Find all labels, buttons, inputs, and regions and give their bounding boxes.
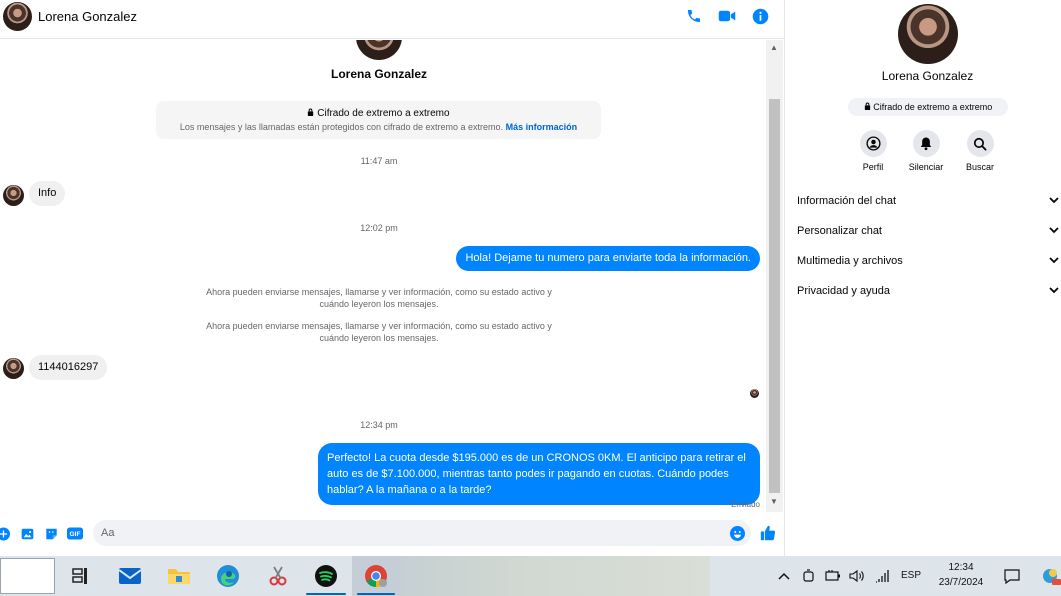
wifi-icon[interactable] (873, 564, 891, 588)
meet-now-icon[interactable] (801, 564, 817, 588)
encryption-text: Los mensajes y las llamadas están proteg… (179, 122, 504, 132)
messenger-window: Lorena Gonzalez Lorena Gonzalez Cifrado … (0, 0, 1061, 556)
image-icon[interactable] (21, 527, 34, 540)
search-action[interactable]: Buscar (955, 130, 1005, 172)
chevron-down-icon (1049, 225, 1059, 237)
sender-avatar[interactable] (3, 358, 24, 379)
spotify-icon[interactable] (314, 564, 338, 588)
lock-icon (864, 102, 874, 112)
file-explorer-icon[interactable] (167, 564, 191, 588)
system-notice: Ahora pueden enviarse mensajes, llamarse… (206, 287, 552, 309)
chevron-down-icon (1049, 255, 1059, 267)
gif-icon[interactable]: GIF (67, 527, 83, 540)
chevron-down-icon (1049, 195, 1059, 207)
outgoing-message[interactable]: Perfecto! La cuota desde $195.000 es de … (318, 443, 760, 505)
section-customize-chat[interactable]: Personalizar chat (797, 216, 1059, 246)
message-input[interactable] (93, 520, 751, 546)
conversation-contact-name: Lorena Gonzalez (330, 67, 428, 81)
timestamp: 12:34 pm (360, 420, 398, 430)
profile-action-label: Perfil (862, 162, 884, 172)
clock-date: 23/7/2024 (938, 577, 984, 588)
section-privacy-help[interactable]: Privacidad y ayuda (797, 276, 1059, 306)
clock-time: 12:34 (948, 562, 974, 573)
search-action-label: Buscar (965, 162, 994, 172)
section-chat-info[interactable]: Información del chat (797, 186, 1059, 216)
delivery-status: Enviado (731, 500, 760, 509)
input-language[interactable]: ESP (901, 570, 921, 581)
read-receipt-avatar (750, 389, 759, 398)
encryption-badge-label: Cifrado de extremo a extremo (873, 102, 993, 112)
active-indicator (357, 593, 395, 595)
widgets-icon[interactable] (1040, 564, 1061, 588)
encryption-title: Cifrado de extremo a extremo (317, 108, 450, 119)
contact-avatar-large (356, 40, 402, 60)
emoji-icon[interactable] (730, 526, 745, 541)
profile-name: Lorena Gonzalez (881, 69, 974, 83)
taskbar-search-box[interactable] (0, 558, 55, 594)
video-call-icon[interactable] (717, 6, 737, 26)
scroll-down-icon[interactable]: ▼ (770, 497, 778, 506)
message-list[interactable]: Lorena Gonzalez Cifrado de extremo a ext… (0, 40, 766, 512)
like-icon[interactable] (760, 525, 776, 541)
encryption-notice: Cifrado de extremo a extremo Los mensaje… (156, 101, 601, 139)
contact-name[interactable]: Lorena Gonzalez (38, 9, 137, 24)
bell-icon (912, 130, 940, 157)
windows-taskbar: ESP 12:34 23/7/2024 (0, 556, 1061, 596)
phone-icon[interactable] (684, 6, 704, 26)
info-icon[interactable] (750, 6, 770, 26)
mute-action[interactable]: Silenciar (901, 130, 951, 172)
mail-icon[interactable] (118, 564, 142, 588)
battery-plug-icon[interactable] (824, 564, 842, 588)
section-media-files[interactable]: Multimedia y archivos (797, 246, 1059, 276)
system-notice: Ahora pueden enviarse mensajes, llamarse… (206, 321, 552, 343)
scroll-up-icon[interactable]: ▲ (770, 43, 778, 52)
plus-icon[interactable] (0, 527, 10, 540)
composer: GIF (0, 517, 784, 549)
profile-avatar[interactable] (898, 4, 958, 64)
sender-avatar[interactable] (3, 185, 24, 206)
encryption-badge[interactable]: Cifrado de extremo a extremo (848, 98, 1008, 116)
contact-avatar[interactable] (3, 2, 32, 31)
task-view-icon[interactable] (68, 564, 92, 588)
more-info-link[interactable]: Más información (506, 122, 578, 132)
profile-action[interactable]: Perfil (848, 130, 898, 172)
message-scrollbar[interactable]: ▲ ▼ (766, 40, 783, 512)
chrome-icon[interactable] (364, 564, 388, 588)
outgoing-message[interactable]: Hola! Dejame tu numero para enviarte tod… (456, 246, 760, 271)
conversation-info-panel: Lorena Gonzalez Cifrado de extremo a ext… (784, 0, 1061, 556)
search-icon (966, 130, 994, 157)
chevron-down-icon (1049, 285, 1059, 297)
incoming-message[interactable]: Info (29, 181, 66, 206)
svg-text:GIF: GIF (69, 531, 80, 538)
timestamp: 11:47 am (360, 156, 398, 166)
snipping-tool-icon[interactable] (266, 564, 290, 588)
scroll-thumb[interactable] (769, 99, 780, 493)
chat-header: Lorena Gonzalez (0, 0, 784, 39)
chevron-up-icon[interactable] (776, 564, 792, 588)
volume-icon[interactable] (848, 564, 866, 588)
notifications-icon[interactable] (1002, 564, 1022, 588)
edge-icon[interactable] (216, 564, 240, 588)
incoming-message[interactable]: 1144016297 (29, 355, 108, 380)
timestamp: 12:02 pm (360, 223, 398, 233)
lock-icon (307, 108, 317, 119)
sticker-icon[interactable] (45, 527, 58, 540)
mute-action-label: Silenciar (908, 162, 944, 172)
profile-icon (859, 130, 887, 157)
taskbar-wallpaper-strip (400, 556, 710, 596)
taskbar-clock[interactable]: 12:34 23/7/2024 (926, 560, 996, 590)
active-indicator (306, 593, 346, 595)
